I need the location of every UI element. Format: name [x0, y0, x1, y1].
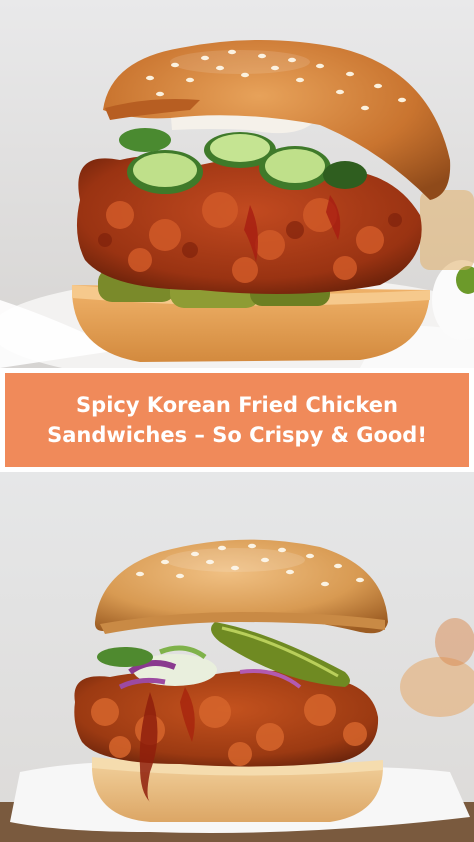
title-line-2: Sandwiches – So Crispy & Good!: [47, 423, 427, 447]
title-banner: Spicy Korean Fried Chicken Sandwiches – …: [5, 373, 469, 467]
top-sandwich-photo: [0, 0, 474, 368]
title-line-1: Spicy Korean Fried Chicken: [76, 393, 398, 417]
title-banner-band: Spicy Korean Fried Chicken Sandwiches – …: [0, 368, 474, 472]
bottom-sandwich-photo: [0, 472, 474, 842]
